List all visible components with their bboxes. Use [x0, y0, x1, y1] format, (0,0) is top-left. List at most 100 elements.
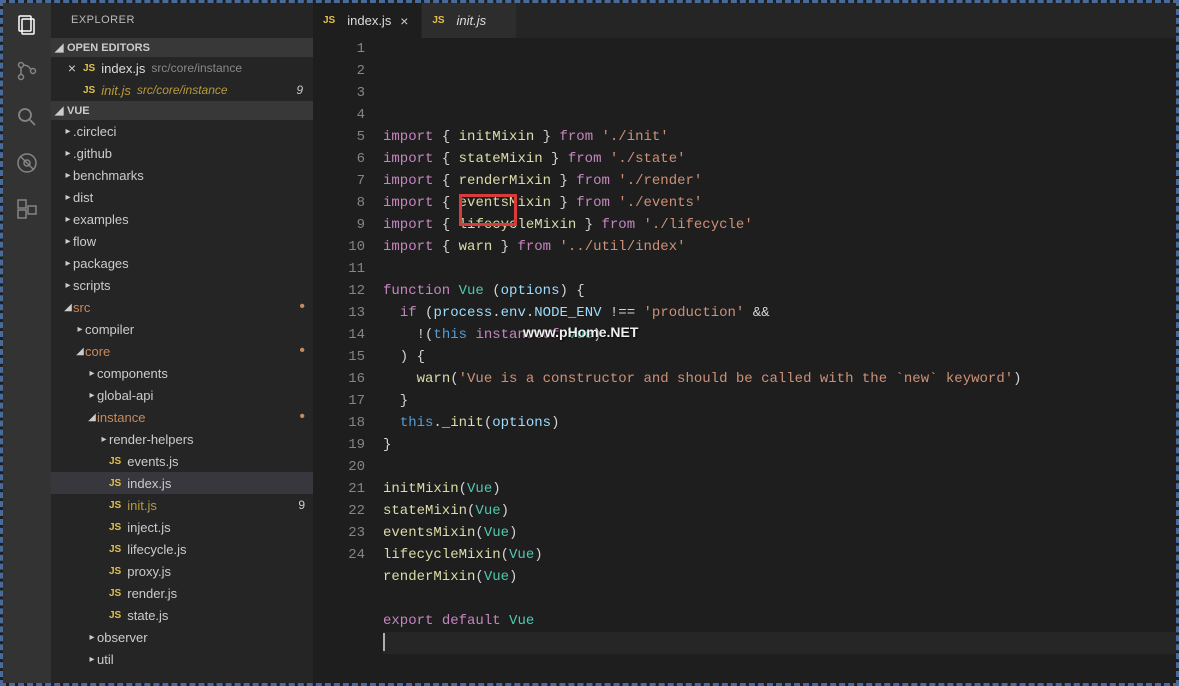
code-line[interactable]: import { eventsMixin } from './events' — [383, 192, 1176, 214]
code-content[interactable]: www.pHome.NET import { initMixin } from … — [383, 38, 1176, 683]
tree-file[interactable]: JS inject.js — [51, 516, 313, 538]
modified-dot-icon: • — [299, 412, 305, 422]
line-number: 5 — [313, 126, 365, 148]
line-number: 17 — [313, 390, 365, 412]
js-file-icon: JS — [83, 85, 95, 96]
tree-file-label: lifecycle.js — [127, 542, 186, 557]
code-line[interactable] — [383, 258, 1176, 280]
tab-label: init.js — [457, 13, 487, 28]
js-file-icon: JS — [109, 478, 121, 489]
open-editor-path: src/core/instance — [137, 83, 228, 97]
code-line[interactable]: initMixin(Vue) — [383, 478, 1176, 500]
tree-folder[interactable]: ◢ src • — [51, 296, 313, 318]
code-line[interactable]: renderMixin(Vue) — [383, 566, 1176, 588]
tree-folder[interactable]: ◢ core • — [51, 340, 313, 362]
tree-folder[interactable]: ▸ components — [51, 362, 313, 384]
tree-folder[interactable]: ▸ flow — [51, 230, 313, 252]
code-line[interactable]: } — [383, 434, 1176, 456]
tree-folder[interactable]: ▸ observer — [51, 626, 313, 648]
js-file-icon: JS — [109, 522, 121, 533]
code-line[interactable] — [383, 456, 1176, 478]
code-line[interactable]: import { lifecycleMixin } from './lifecy… — [383, 214, 1176, 236]
source-control-icon[interactable] — [13, 57, 41, 85]
tree-folder[interactable]: ▸ util — [51, 648, 313, 670]
line-number: 19 — [313, 434, 365, 456]
code-line[interactable]: } — [383, 390, 1176, 412]
chevron-right-icon: ▸ — [63, 258, 73, 269]
js-file-icon: JS — [432, 15, 444, 26]
code-line[interactable] — [383, 588, 1176, 610]
code-line[interactable]: import { renderMixin } from './render' — [383, 170, 1176, 192]
chevron-right-icon: ▸ — [63, 192, 73, 203]
tree-folder-label: instance — [97, 410, 145, 425]
tree-folder[interactable]: ▸ .circleci — [51, 120, 313, 142]
tree-folder[interactable]: ▸ scripts — [51, 274, 313, 296]
tree-folder[interactable]: ▸ global-api — [51, 384, 313, 406]
code-line[interactable]: export default Vue — [383, 610, 1176, 632]
tree-file[interactable]: JS proxy.js — [51, 560, 313, 582]
tree-file[interactable]: JS render.js — [51, 582, 313, 604]
tree-file[interactable]: JS init.js 9 — [51, 494, 313, 516]
chevron-right-icon: ▸ — [63, 214, 73, 225]
code-line[interactable] — [383, 632, 1176, 654]
tree-file[interactable]: JS events.js — [51, 450, 313, 472]
code-line[interactable]: eventsMixin(Vue) — [383, 522, 1176, 544]
project-header[interactable]: ◢ VUE — [51, 101, 313, 120]
code-line[interactable]: import { initMixin } from './init' — [383, 126, 1176, 148]
editor-area: JS index.js ×JS init.js 1234567891011121… — [313, 3, 1176, 683]
tree-folder[interactable]: ◢ instance • — [51, 406, 313, 428]
tree-file[interactable]: JS state.js — [51, 604, 313, 626]
tree-file[interactable]: JS lifecycle.js — [51, 538, 313, 560]
code-line[interactable]: if (process.env.NODE_ENV !== 'production… — [383, 302, 1176, 324]
tree-folder-label: benchmarks — [73, 168, 144, 183]
code-line[interactable]: this._init(options) — [383, 412, 1176, 434]
tree-folder[interactable]: ▸ examples — [51, 208, 313, 230]
search-icon[interactable] — [13, 103, 41, 131]
code-line[interactable]: import { stateMixin } from './state' — [383, 148, 1176, 170]
line-number: 11 — [313, 258, 365, 280]
debug-icon[interactable] — [13, 149, 41, 177]
close-icon[interactable]: × — [65, 60, 79, 76]
code-line[interactable]: function Vue (options) { — [383, 280, 1176, 302]
line-number: 6 — [313, 148, 365, 170]
code-line[interactable]: stateMixin(Vue) — [383, 500, 1176, 522]
open-editor-item[interactable]: JS init.js src/core/instance 9 — [51, 79, 313, 101]
line-number: 13 — [313, 302, 365, 324]
explorer-icon[interactable] — [13, 11, 41, 39]
code-line[interactable]: ) { — [383, 346, 1176, 368]
chevron-down-icon: ◢ — [87, 412, 97, 423]
line-number: 9 — [313, 214, 365, 236]
chevron-right-icon: ▸ — [63, 236, 73, 247]
code-line[interactable]: lifecycleMixin(Vue) — [383, 544, 1176, 566]
editor-tab[interactable]: JS init.js — [422, 3, 517, 38]
tree-folder[interactable]: ▸ compiler — [51, 318, 313, 340]
file-tree: ▸ .circleci ▸ .github ▸ benchmarks ▸ dis… — [51, 120, 313, 683]
open-editor-item[interactable]: × JS index.js src/core/instance — [51, 57, 313, 79]
close-icon[interactable]: × — [397, 13, 411, 29]
editor[interactable]: 123456789101112131415161718192021222324 … — [313, 38, 1176, 683]
code-line[interactable]: !(this instanceof Vue) — [383, 324, 1176, 346]
chevron-right-icon: ▸ — [63, 148, 73, 159]
tree-folder[interactable]: ▸ .github — [51, 142, 313, 164]
extensions-icon[interactable] — [13, 195, 41, 223]
problem-badge: 9 — [298, 498, 305, 512]
tree-folder[interactable]: ▸ benchmarks — [51, 164, 313, 186]
code-line[interactable]: import { warn } from '../util/index' — [383, 236, 1176, 258]
editor-tab[interactable]: JS index.js × — [313, 3, 422, 38]
tree-folder-label: .circleci — [73, 124, 116, 139]
activity-bar — [3, 3, 51, 683]
modified-dot-icon: • — [299, 302, 305, 312]
tree-folder-label: dist — [73, 190, 93, 205]
tree-file-label: proxy.js — [127, 564, 171, 579]
tree-folder[interactable]: ▸ dist — [51, 186, 313, 208]
open-editor-filename: init.js — [101, 83, 131, 98]
tree-file[interactable]: JS index.js — [51, 472, 313, 494]
js-file-icon: JS — [83, 63, 95, 74]
tree-file-label: inject.js — [127, 520, 170, 535]
open-editors-header[interactable]: ◢ OPEN EDITORS — [51, 38, 313, 57]
open-editor-path: src/core/instance — [151, 61, 242, 75]
tree-folder[interactable]: ▸ packages — [51, 252, 313, 274]
chevron-right-icon: ▸ — [87, 654, 97, 665]
code-line[interactable]: warn('Vue is a constructor and should be… — [383, 368, 1176, 390]
tree-folder[interactable]: ▸ render-helpers — [51, 428, 313, 450]
